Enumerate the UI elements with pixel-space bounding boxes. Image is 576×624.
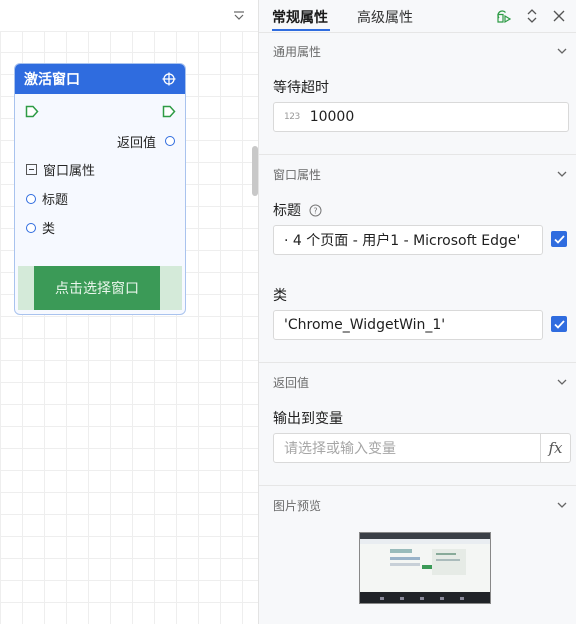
flow-in-port-icon[interactable] xyxy=(25,105,39,118)
canvas-toolbar xyxy=(0,0,258,32)
collapse-box-icon[interactable] xyxy=(26,164,37,175)
fx-button[interactable]: fx xyxy=(541,433,571,463)
timeout-label: 等待超时 xyxy=(273,80,329,96)
section-return-header[interactable]: 返回值 xyxy=(273,374,309,391)
return-value-label: 返回值 xyxy=(117,136,157,151)
timeout-input[interactable]: 123 10000 xyxy=(273,102,569,132)
tab-advanced[interactable]: 高级属性 xyxy=(357,7,413,27)
active-tab-indicator xyxy=(272,29,330,31)
output-variable-label: 输出到变量 xyxy=(273,411,343,427)
chevron-down-icon[interactable] xyxy=(556,499,568,511)
title-checkbox[interactable] xyxy=(551,231,567,247)
flow-canvas[interactable]: 激活窗口 返回值 窗口属性 标题 类 点击选择窗口 xyxy=(0,0,258,624)
node-header[interactable]: 激活窗口 xyxy=(15,64,185,94)
flow-out-port-icon[interactable] xyxy=(162,105,176,118)
class-port-icon[interactable] xyxy=(26,222,36,233)
param-class-row: 类 xyxy=(26,218,55,237)
window-props-group[interactable]: 窗口属性 xyxy=(26,160,95,179)
activate-window-node[interactable]: 激活窗口 返回值 窗口属性 标题 类 点击选择窗口 xyxy=(14,63,186,315)
section-window-header[interactable]: 窗口属性 xyxy=(273,166,321,183)
section-divider xyxy=(259,485,576,486)
close-icon[interactable] xyxy=(551,8,567,24)
class-value: 'Chrome_WidgetWin_1' xyxy=(284,317,446,333)
window-preview-image xyxy=(359,532,491,604)
chevron-down-icon[interactable] xyxy=(556,168,568,180)
collapse-down-icon[interactable] xyxy=(232,9,246,23)
timeout-value: 10000 xyxy=(309,109,355,125)
output-variable-input[interactable]: 请选择或输入变量 xyxy=(273,433,541,463)
number-type-icon: 123 xyxy=(284,112,300,122)
class-checkbox[interactable] xyxy=(551,316,567,332)
panel-tabs: 常规属性 高级属性 xyxy=(259,0,576,32)
class-input[interactable]: 'Chrome_WidgetWin_1' xyxy=(273,310,543,340)
check-icon xyxy=(553,319,565,329)
help-icon[interactable]: ? xyxy=(309,204,322,217)
param-title-row: 标题 xyxy=(26,189,68,208)
property-panel: 常规属性 高级属性 通用属性 等待超时 123 10000 窗口属性 标题 ? … xyxy=(259,0,576,624)
title-port-icon[interactable] xyxy=(26,193,36,204)
select-window-area: 点击选择窗口 xyxy=(18,266,182,310)
section-divider xyxy=(259,362,576,363)
return-port-icon[interactable] xyxy=(165,136,175,146)
section-preview-header[interactable]: 图片预览 xyxy=(273,497,321,514)
chevron-down-icon[interactable] xyxy=(556,45,568,57)
return-value-row: 返回值 xyxy=(117,132,156,151)
param-title-label: 标题 xyxy=(42,193,69,208)
tabs-divider xyxy=(259,32,576,33)
title-label-text: 标题 xyxy=(273,203,301,219)
run-node-icon[interactable] xyxy=(495,8,511,24)
window-props-label: 窗口属性 xyxy=(43,164,96,179)
title-param-label: 标题 ? xyxy=(273,200,322,220)
chevron-down-icon[interactable] xyxy=(556,376,568,388)
param-class-label: 类 xyxy=(42,222,56,237)
title-value: · 4 个页面 - 用户1 - Microsoft Edge' xyxy=(284,233,521,249)
target-icon[interactable] xyxy=(162,72,176,86)
node-title: 激活窗口 xyxy=(24,72,80,88)
select-window-button[interactable]: 点击选择窗口 xyxy=(34,266,160,310)
class-param-label: 类 xyxy=(273,288,287,304)
title-input[interactable]: · 4 个页面 - 用户1 - Microsoft Edge' xyxy=(273,225,543,255)
check-icon xyxy=(553,234,565,244)
output-variable-placeholder: 请选择或输入变量 xyxy=(284,441,396,457)
expand-collapse-icon[interactable] xyxy=(524,8,540,24)
section-general-header[interactable]: 通用属性 xyxy=(273,43,321,60)
preview-screenshot xyxy=(360,533,490,603)
svg-text:?: ? xyxy=(313,206,317,215)
tab-general[interactable]: 常规属性 xyxy=(272,7,328,27)
section-divider xyxy=(259,154,576,155)
